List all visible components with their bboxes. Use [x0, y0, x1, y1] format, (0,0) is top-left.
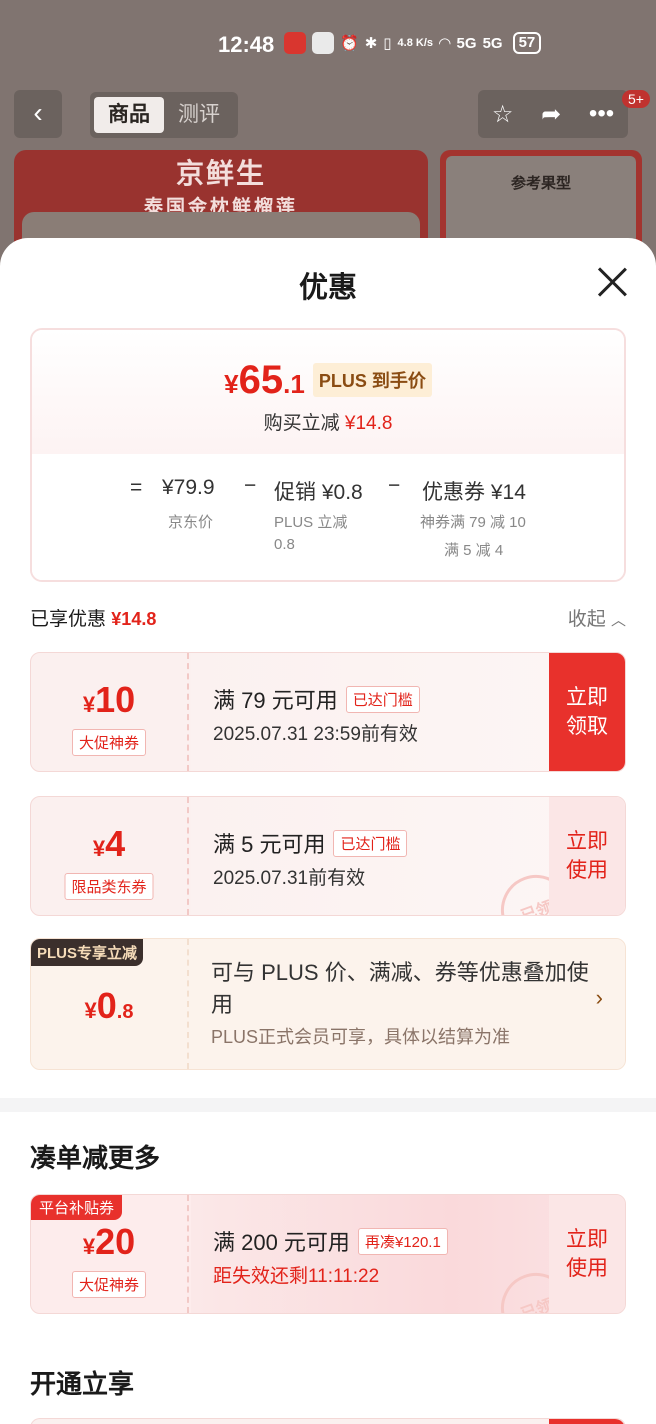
- saving-label: 购买立减: [263, 413, 340, 434]
- vibrate-icon: ▯: [383, 35, 392, 52]
- status-time: 12:48: [218, 32, 275, 57]
- wifi-icon: ◠: [439, 35, 451, 52]
- back-button[interactable]: ‹: [14, 90, 62, 138]
- equals-sign: =: [130, 476, 143, 499]
- status-icons: ⏰ ✱ ▯ 4.8 K/s ◠ 5G 5G 57: [284, 32, 542, 54]
- background-page: 12:48 ⏰ ✱ ▯ 4.8 K/s ◠ 5G 5G 57 ‹ 商品 测评 ☆…: [0, 0, 656, 260]
- reference-label: 参考果型: [510, 175, 571, 192]
- signal-icon: 5G: [456, 34, 477, 52]
- coupon-condition: 满 79 元可用 已达门槛: [213, 683, 420, 715]
- promo-label: PLUS 立减 0.8: [274, 514, 348, 553]
- coupon-condition-text: 满 200 元可用: [213, 1230, 350, 1255]
- coupon-value: ¥4 限品类东券: [31, 797, 187, 915]
- price-saving: 购买立减 ¥14.8: [32, 408, 624, 435]
- top-nav: ‹ 商品 测评 ☆ ➦ •••: [0, 90, 656, 140]
- enjoyed-amount: ¥14.8: [111, 609, 157, 629]
- coupon-yen: ¥: [82, 1234, 96, 1259]
- enjoyed-label: 已享优惠: [30, 609, 107, 630]
- coupon-amount: 20: [95, 1221, 136, 1262]
- app-notification-icon: [284, 32, 306, 54]
- status-bar: 12:48 ⏰ ✱ ▯ 4.8 K/s ◠ 5G 5G 57: [0, 28, 656, 64]
- use-coupon-button[interactable]: 立即使用: [549, 1195, 625, 1313]
- coupon-label-2: 满 5 减 4: [444, 542, 504, 559]
- claim-coupon-button[interactable]: 立即领取: [549, 653, 625, 771]
- price-summary-card: ¥ 65 .1 PLUS 到手价 购买立减 ¥14.8 = ¥79.9 京东价 …: [30, 328, 626, 582]
- plus-discount-card[interactable]: PLUS专享立减 ¥0.8 可与 PLUS 价、满减、券等优惠叠加使用 PLUS…: [30, 938, 626, 1070]
- enjoyed-discount: 已享优惠 ¥14.8: [30, 604, 156, 631]
- jd-price-label: 京东价: [168, 514, 214, 531]
- coupon-type-tag: 限品类东券: [64, 873, 154, 900]
- coupon-type-tag: 大促神券: [71, 729, 147, 756]
- brand-title: 京鲜生: [175, 158, 266, 189]
- tab-group: 商品 测评: [90, 92, 238, 138]
- coupon-amount: 10: [95, 679, 136, 720]
- threshold-status-tag: 已达门槛: [345, 685, 420, 713]
- plus-amount-decimal: .8: [116, 1001, 134, 1023]
- bluetooth-icon: ✱: [364, 35, 378, 52]
- plus-price-tag: PLUS 到手价: [312, 363, 432, 397]
- plus-corner-tag: PLUS专享立减: [31, 939, 144, 966]
- partial-coupon-card: [30, 1418, 626, 1424]
- plus-title: 可与 PLUS 价、满减、券等优惠叠加使用: [211, 960, 589, 1017]
- price-integer: 65: [238, 358, 284, 402]
- collapse-label: 收起: [567, 609, 606, 630]
- sheet-title: 优惠: [298, 272, 357, 304]
- coupon-yen: ¥: [92, 836, 106, 861]
- coupon-yen: ¥: [82, 692, 96, 717]
- coupon-label-1: 神券满 79 减 10: [420, 514, 526, 531]
- coupon-condition: 满 200 元可用 再凑¥120.1: [213, 1225, 448, 1257]
- plus-yen: ¥: [84, 998, 97, 1023]
- promo-amount: 促销 ¥0.8: [274, 481, 363, 504]
- coupon-card: ¥4 限品类东券 满 5 元可用 已达门槛 2025.07.31前有效 已领 立…: [30, 796, 626, 916]
- chevron-up-icon: ︿: [610, 612, 626, 629]
- add-more-tag: 再凑¥120.1: [357, 1227, 448, 1255]
- coupon-value: ¥10 大促神券: [31, 653, 187, 771]
- favorite-star-icon[interactable]: ☆: [492, 100, 514, 129]
- tab-review[interactable]: 测评: [164, 97, 234, 133]
- more-icon[interactable]: •••: [589, 100, 614, 128]
- coupon-validity: 2025.07.31 23:59前有效: [213, 724, 418, 745]
- tab-product[interactable]: 商品: [94, 97, 164, 133]
- platform-coupon-card: 平台补贴券 ¥20 大促神券 满 200 元可用 再凑¥120.1 距失效还剩1…: [30, 1194, 626, 1314]
- threshold-status-tag: 已达门槛: [333, 829, 408, 857]
- coupon-condition-text: 满 5 元可用: [213, 832, 326, 857]
- collapse-button[interactable]: 收起 ︿: [568, 604, 626, 631]
- nav-actions: ☆ ➦ •••: [478, 90, 628, 138]
- price-currency: ¥: [224, 369, 239, 399]
- message-badge: 5+: [622, 90, 650, 108]
- plus-description: PLUS正式会员可享，具体以结算为准: [211, 1027, 511, 1047]
- coupon-validity: 2025.07.31前有效: [213, 868, 366, 889]
- coupon-condition-text: 满 79 元可用: [213, 688, 338, 713]
- section-title-more: 凑单减更多: [30, 1143, 161, 1173]
- price-breakdown: = ¥79.9 京东价 − 促销 ¥0.8 PLUS 立减 0.8 − 优惠券 …: [32, 454, 624, 580]
- section-title-open: 开通立享: [30, 1369, 135, 1399]
- alarm-icon: ⏰: [340, 35, 359, 52]
- signal-icon-2: 5G: [482, 34, 503, 52]
- minus-sign: −: [244, 474, 257, 497]
- platform-corner-tag: 平台补贴券: [31, 1195, 123, 1220]
- share-icon[interactable]: ➦: [541, 100, 561, 129]
- discount-sheet: 优惠 ¥ 65 .1 PLUS 到手价 购买立减 ¥14.8 = ¥79.9 京…: [0, 238, 656, 1424]
- price-decimal: .1: [283, 369, 305, 399]
- coupon-amount: 4: [105, 823, 126, 864]
- battery-icon: 57: [512, 32, 542, 54]
- chevron-right-icon: ›: [595, 985, 603, 1010]
- jd-price: ¥79.9: [162, 476, 215, 499]
- price-top: ¥ 65 .1 PLUS 到手价 购买立减 ¥14.8: [32, 330, 624, 454]
- plus-amount: 0: [96, 985, 117, 1026]
- minus-sign-2: −: [388, 474, 401, 497]
- final-price: ¥ 65 .1 PLUS 到手价: [32, 358, 624, 403]
- section-separator: [0, 1098, 656, 1112]
- coupon-amount: 优惠券 ¥14: [422, 481, 526, 504]
- coupon-condition: 满 5 元可用 已达门槛: [213, 827, 408, 859]
- coupon-card: ¥10 大促神券 满 79 元可用 已达门槛 2025.07.31 23:59前…: [30, 652, 626, 772]
- coupon-type-tag: 大促神券: [71, 1271, 147, 1298]
- saving-amount: ¥14.8: [344, 413, 393, 434]
- app-notification-icon-2: [312, 32, 334, 54]
- coupon-countdown: 距失效还剩11:11:22: [213, 1266, 380, 1287]
- net-speed: 4.8 K/s: [397, 36, 433, 49]
- close-icon[interactable]: [596, 266, 628, 298]
- use-coupon-button[interactable]: 立即使用: [549, 797, 625, 915]
